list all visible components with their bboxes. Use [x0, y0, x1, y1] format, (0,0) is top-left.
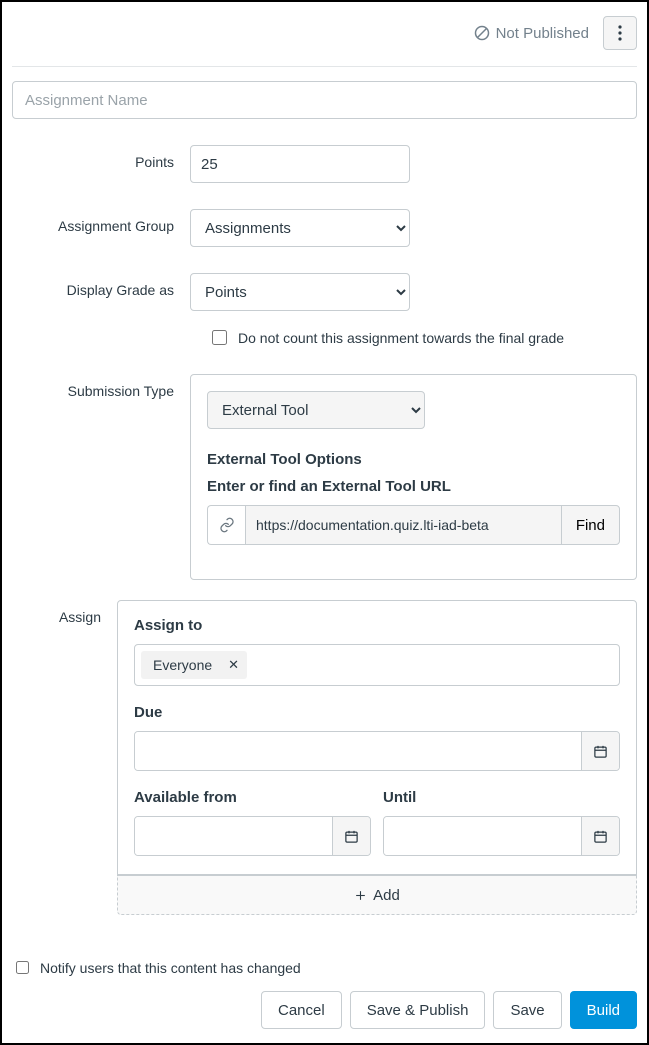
assign-to-tag: Everyone ✕ — [141, 651, 247, 679]
due-date-group — [134, 731, 620, 771]
assign-to-tag-text: Everyone — [153, 657, 212, 673]
due-date-picker-button[interactable] — [581, 732, 619, 770]
due-label: Due — [134, 704, 620, 721]
calendar-icon — [344, 829, 359, 844]
until-input[interactable] — [384, 817, 581, 855]
no-count-checkbox[interactable] — [212, 330, 227, 345]
available-from-label: Available from — [134, 789, 371, 806]
remove-tag-icon[interactable]: ✕ — [228, 657, 239, 673]
notify-row: Notify users that this content has chang… — [12, 958, 637, 977]
assignment-name-input[interactable] — [12, 81, 637, 119]
external-tool-url-group: Find — [207, 505, 620, 545]
save-publish-button[interactable]: Save & Publish — [350, 991, 486, 1029]
find-button[interactable]: Find — [561, 505, 620, 545]
submission-type-select[interactable]: External Tool — [207, 391, 425, 429]
assign-to-label: Assign to — [134, 617, 620, 634]
points-label: Points — [12, 145, 190, 170]
assign-label: Assign — [12, 600, 117, 625]
add-assign-label: Add — [373, 887, 400, 904]
external-tool-options-heading: External Tool Options — [207, 451, 620, 468]
display-label: Display Grade as — [12, 273, 190, 298]
topbar: Not Published — [12, 12, 637, 60]
points-row: Points — [12, 145, 637, 183]
until-picker-button[interactable] — [581, 817, 619, 855]
assign-to-input[interactable]: Everyone ✕ — [134, 644, 620, 686]
more-options-button[interactable] — [603, 16, 637, 50]
calendar-icon — [593, 744, 608, 759]
display-grade-select[interactable]: Points — [190, 273, 410, 311]
group-label: Assignment Group — [12, 209, 190, 234]
top-divider — [12, 66, 637, 67]
notify-label: Notify users that this content has chang… — [40, 960, 301, 976]
external-tool-url-input[interactable] — [245, 505, 561, 545]
build-button[interactable]: Build — [570, 991, 637, 1029]
available-from-group — [134, 816, 371, 856]
action-buttons: Cancel Save & Publish Save Build — [12, 991, 637, 1029]
available-from-picker-button[interactable] — [332, 817, 370, 855]
display-row: Display Grade as Points — [12, 273, 637, 311]
available-from-input[interactable] — [135, 817, 332, 855]
no-count-row: Do not count this assignment towards the… — [208, 327, 637, 348]
link-icon — [219, 517, 235, 533]
group-row: Assignment Group Assignments — [12, 209, 637, 247]
save-button[interactable]: Save — [493, 991, 561, 1029]
assign-row: Assign Assign to Everyone ✕ Due — [12, 600, 637, 915]
cancel-button[interactable]: Cancel — [261, 991, 342, 1029]
assignment-group-select[interactable]: Assignments — [190, 209, 410, 247]
external-tool-url-label: Enter or find an External Tool URL — [207, 478, 620, 495]
add-assign-button[interactable]: Add — [117, 875, 637, 915]
calendar-icon — [593, 829, 608, 844]
submission-row: Submission Type External Tool External T… — [12, 374, 637, 580]
points-input[interactable] — [190, 145, 410, 183]
assignment-edit-page: Not Published Points Assignment Group As… — [0, 0, 649, 1045]
link-icon-box — [207, 505, 245, 545]
assign-panel: Assign to Everyone ✕ Due Avail — [117, 600, 637, 875]
no-count-label: Do not count this assignment towards the… — [238, 330, 564, 346]
footer: Notify users that this content has chang… — [12, 958, 637, 1029]
submission-label: Submission Type — [12, 374, 190, 399]
not-published-icon — [474, 25, 490, 41]
publish-status: Not Published — [474, 25, 589, 42]
submission-panel: External Tool External Tool Options Ente… — [190, 374, 637, 580]
due-date-input[interactable] — [135, 732, 581, 770]
kebab-icon — [618, 25, 622, 41]
until-group — [383, 816, 620, 856]
until-label: Until — [383, 789, 620, 806]
notify-checkbox[interactable] — [16, 961, 29, 974]
plus-icon — [354, 889, 367, 902]
publish-status-text: Not Published — [496, 25, 589, 42]
